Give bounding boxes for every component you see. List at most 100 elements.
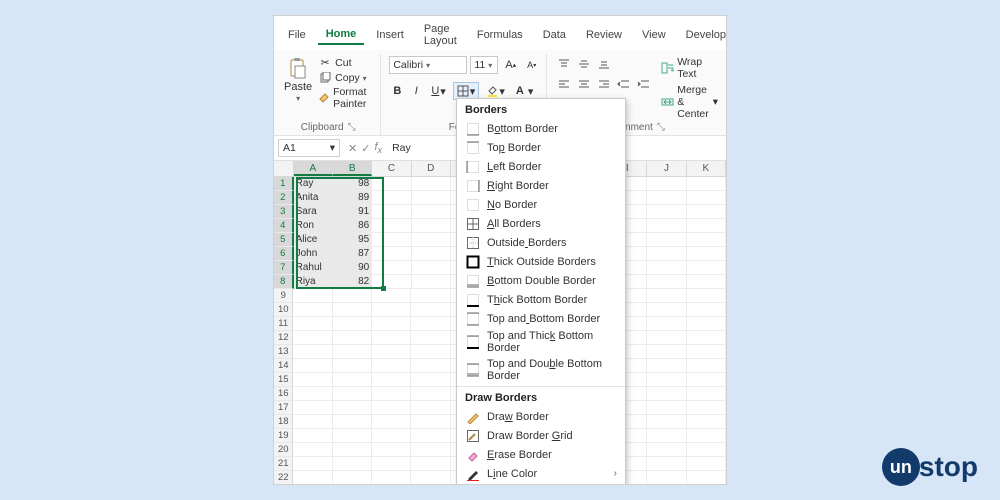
border-option-to[interactable]: Thick Outside Borders: [457, 252, 625, 271]
cell[interactable]: [411, 387, 450, 401]
cell[interactable]: [411, 429, 450, 443]
dialog-launcher-icon[interactable]: ⤡: [657, 122, 665, 133]
cell[interactable]: [333, 289, 372, 303]
cell[interactable]: 82: [333, 275, 372, 289]
column-header-C[interactable]: C: [372, 161, 411, 176]
enter-entry-icon[interactable]: ✓: [361, 142, 370, 155]
cell[interactable]: [372, 233, 411, 247]
cell[interactable]: [411, 303, 450, 317]
border-option-b[interactable]: Bottom Border: [457, 119, 625, 138]
border-option-l[interactable]: Left Border: [457, 157, 625, 176]
cell[interactable]: [687, 233, 726, 247]
menu-tab-developer[interactable]: Developer: [678, 26, 727, 44]
align-center-button[interactable]: [575, 76, 593, 92]
row-header[interactable]: 14: [274, 359, 293, 373]
cell[interactable]: [372, 359, 411, 373]
cell[interactable]: [411, 345, 450, 359]
menu-tab-review[interactable]: Review: [578, 26, 630, 44]
copy-button[interactable]: Copy ▾: [318, 71, 374, 85]
cell[interactable]: Rahul: [294, 261, 333, 275]
cell[interactable]: [293, 345, 332, 359]
cell[interactable]: [647, 429, 686, 443]
row-header[interactable]: 18: [274, 415, 293, 429]
cell[interactable]: [687, 345, 726, 359]
row-header[interactable]: 9: [274, 289, 293, 303]
row-header[interactable]: 15: [274, 373, 293, 387]
cell[interactable]: [647, 247, 686, 261]
name-box[interactable]: A1 ▾: [278, 139, 340, 157]
cell[interactable]: [372, 415, 411, 429]
cell[interactable]: [412, 219, 451, 233]
cell[interactable]: [412, 233, 451, 247]
row-header[interactable]: 19: [274, 429, 293, 443]
border-option-style[interactable]: Line Style›: [457, 483, 625, 485]
cell[interactable]: [333, 471, 372, 485]
cell[interactable]: [372, 373, 411, 387]
cell[interactable]: [687, 317, 726, 331]
cell[interactable]: [411, 415, 450, 429]
row-header[interactable]: 21: [274, 457, 293, 471]
wrap-text-button[interactable]: Wrap Text: [661, 56, 718, 80]
column-header-D[interactable]: D: [412, 161, 451, 176]
cell[interactable]: Ray: [294, 177, 333, 191]
cell[interactable]: [647, 261, 686, 275]
cell[interactable]: [412, 275, 451, 289]
cell[interactable]: [372, 219, 411, 233]
cell[interactable]: 98: [333, 177, 372, 191]
cell[interactable]: [687, 359, 726, 373]
cell[interactable]: [687, 219, 726, 233]
cell[interactable]: [293, 471, 332, 485]
menu-tab-view[interactable]: View: [634, 26, 674, 44]
cell[interactable]: [293, 387, 332, 401]
cancel-entry-icon[interactable]: ✕: [348, 142, 357, 155]
align-middle-button[interactable]: [575, 56, 593, 72]
cell[interactable]: [333, 401, 372, 415]
cell[interactable]: [687, 387, 726, 401]
cell[interactable]: [687, 401, 726, 415]
cell[interactable]: [687, 177, 726, 191]
cell[interactable]: [412, 177, 451, 191]
cell[interactable]: [372, 205, 411, 219]
cell[interactable]: [293, 429, 332, 443]
align-left-button[interactable]: [555, 76, 573, 92]
cell[interactable]: [412, 261, 451, 275]
paste-button[interactable]: Paste ▾: [282, 56, 314, 103]
column-header-A[interactable]: A: [294, 161, 333, 176]
cell[interactable]: [412, 205, 451, 219]
cell[interactable]: [293, 401, 332, 415]
cell[interactable]: [687, 471, 726, 485]
cell[interactable]: [372, 457, 411, 471]
cell[interactable]: [333, 373, 372, 387]
cell[interactable]: [293, 443, 332, 457]
cell[interactable]: [687, 457, 726, 471]
cell[interactable]: [293, 289, 332, 303]
cell[interactable]: [647, 177, 686, 191]
cell[interactable]: 89: [333, 191, 372, 205]
merge-center-button[interactable]: Merge & Center ▾: [661, 84, 718, 120]
row-header[interactable]: 20: [274, 443, 293, 457]
cell[interactable]: [687, 275, 726, 289]
row-header[interactable]: 12: [274, 331, 293, 345]
border-option-tb[interactable]: Thick Bottom Border: [457, 290, 625, 309]
cell[interactable]: [647, 303, 686, 317]
cell[interactable]: 87: [333, 247, 372, 261]
cell[interactable]: [411, 359, 450, 373]
cell[interactable]: [333, 415, 372, 429]
cell[interactable]: 86: [333, 219, 372, 233]
row-header[interactable]: 1: [274, 177, 294, 191]
cell[interactable]: [293, 359, 332, 373]
cell[interactable]: [333, 443, 372, 457]
cell[interactable]: John: [294, 247, 333, 261]
cell[interactable]: [647, 219, 686, 233]
cell[interactable]: [647, 275, 686, 289]
underline-button[interactable]: U▾: [427, 82, 449, 100]
cut-button[interactable]: ✂ Cut: [318, 56, 374, 70]
cell[interactable]: [647, 289, 686, 303]
cell[interactable]: [333, 317, 372, 331]
row-header[interactable]: 22: [274, 471, 293, 485]
border-option-t[interactable]: Top Border: [457, 138, 625, 157]
cell[interactable]: [412, 247, 451, 261]
cell[interactable]: [411, 471, 450, 485]
cell[interactable]: Ron: [294, 219, 333, 233]
cell[interactable]: [647, 471, 686, 485]
